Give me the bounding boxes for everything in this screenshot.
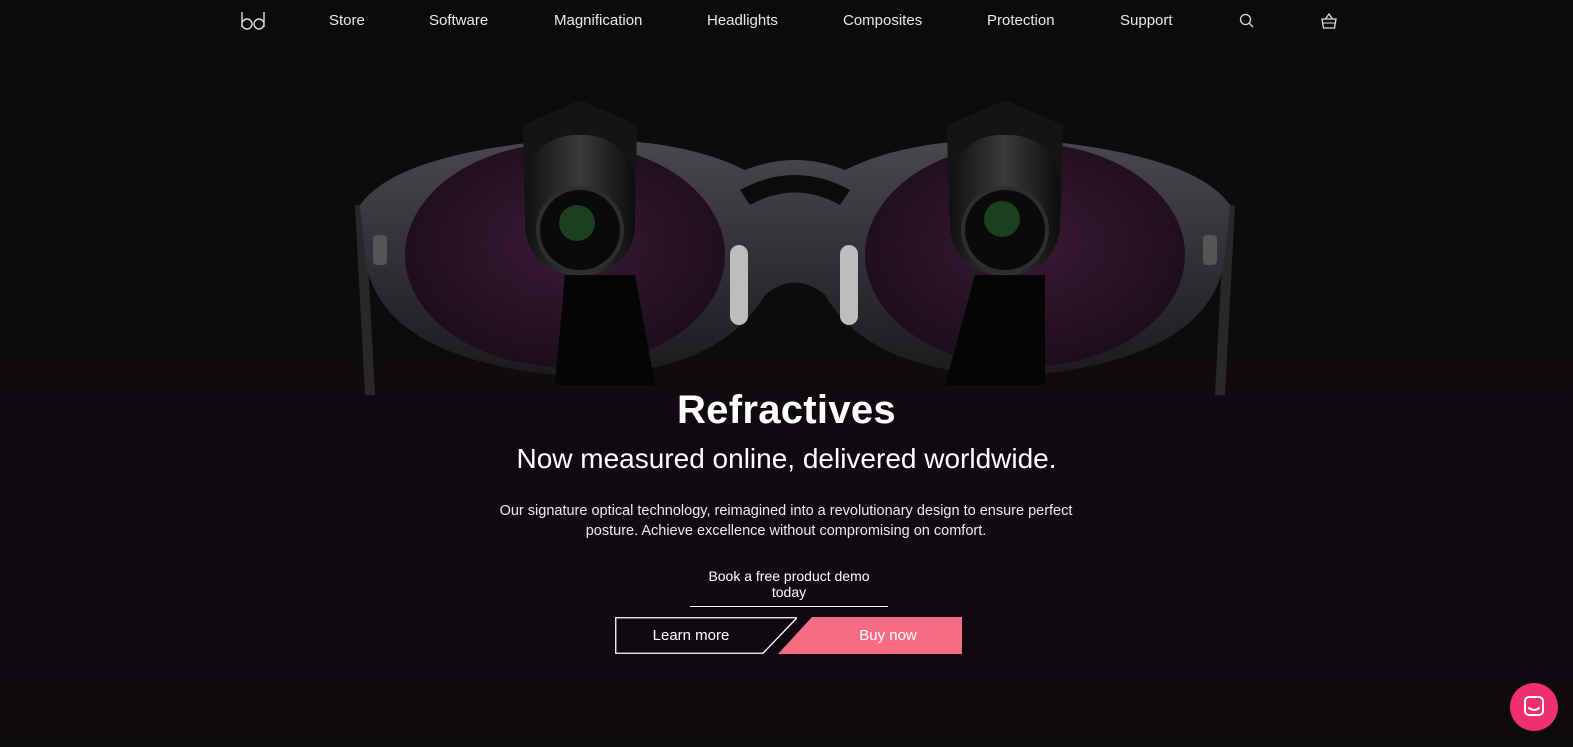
logo-icon[interactable] <box>240 10 266 32</box>
nav-item-composites[interactable]: Composites <box>843 12 922 29</box>
buy-now-label: Buy now <box>859 627 917 644</box>
buy-now-button[interactable]: Buy now <box>778 617 962 654</box>
top-navigation: Store Software Magnification Headlights … <box>0 0 1573 42</box>
learn-more-button[interactable]: Learn more <box>615 617 797 654</box>
search-icon[interactable] <box>1237 11 1257 31</box>
hero-description: Our signature optical technology, reimag… <box>499 503 1073 539</box>
chat-button[interactable] <box>1510 683 1558 731</box>
nav-item-support[interactable]: Support <box>1120 12 1173 29</box>
nav-item-software[interactable]: Software <box>429 12 488 29</box>
book-demo-link[interactable]: Book a free product demo today <box>690 568 888 607</box>
refractives-glasses-image <box>355 100 1235 396</box>
nav-item-protection[interactable]: Protection <box>987 12 1055 29</box>
learn-more-label: Learn more <box>652 627 730 644</box>
hero-subtitle: Now measured online, delivered worldwide… <box>516 443 1057 474</box>
nav-item-store[interactable]: Store <box>329 12 365 29</box>
nav-item-headlights[interactable]: Headlights <box>707 12 778 29</box>
nav-item-magnification[interactable]: Magnification <box>554 12 642 29</box>
basket-icon[interactable] <box>1319 11 1339 31</box>
chat-icon <box>1524 696 1544 716</box>
hero-title: Refractives <box>677 388 896 432</box>
